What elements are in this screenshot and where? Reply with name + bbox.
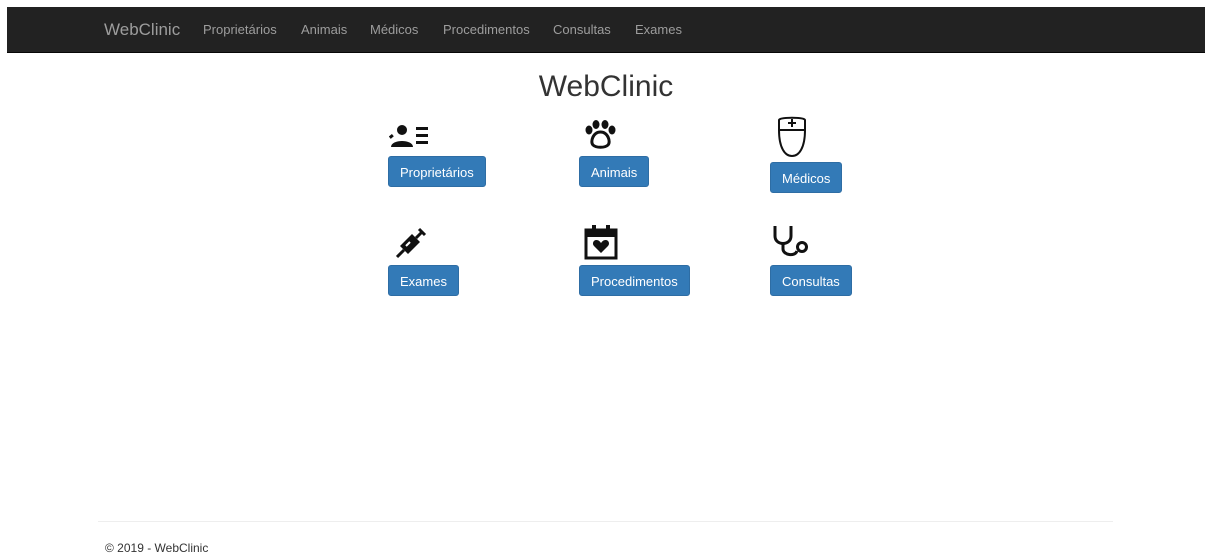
- exames-button[interactable]: Exames: [388, 265, 459, 296]
- nav-item-procedimentos[interactable]: Procedimentos: [443, 7, 530, 53]
- paw-icon: [585, 120, 616, 149]
- consultas-button[interactable]: Consultas: [770, 265, 852, 296]
- nav-item-medicos[interactable]: Médicos: [370, 7, 418, 53]
- stethoscope-icon: [773, 226, 808, 257]
- animais-button[interactable]: Animais: [579, 156, 650, 187]
- doctor-icon: [778, 116, 806, 158]
- top-navbar: WebClinic Proprietários Animais Médicos …: [7, 7, 1205, 53]
- nav-item-proprietarios[interactable]: Proprietários: [203, 7, 277, 53]
- page-title: WebClinic: [538, 70, 674, 103]
- nav-item-consultas[interactable]: Consultas: [553, 7, 611, 53]
- medicos-button[interactable]: Médicos: [770, 162, 843, 193]
- footer-copyright: © 2019 - WebClinic: [105, 541, 209, 555]
- footer-divider: [98, 521, 1113, 522]
- nav-item-exames[interactable]: Exames: [635, 7, 682, 53]
- calendar-heart-icon: [584, 225, 618, 260]
- navbar-brand[interactable]: WebClinic: [104, 7, 180, 53]
- owners-list-icon: [389, 125, 428, 147]
- nav-item-animais[interactable]: Animais: [301, 7, 347, 53]
- proprietarios-button[interactable]: Proprietários: [388, 156, 486, 187]
- syringe-icon: [395, 227, 427, 259]
- procedimentos-button[interactable]: Procedimentos: [579, 265, 690, 296]
